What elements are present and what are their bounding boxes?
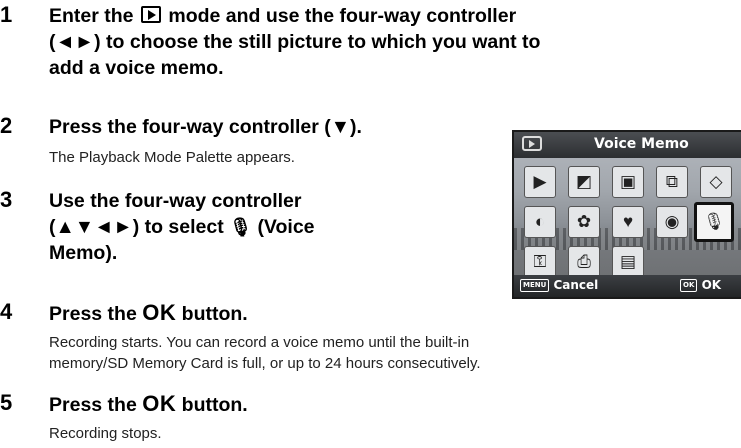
step-heading: Press the OK button. (49, 391, 248, 416)
dpof-icon[interactable]: ⎙ (568, 246, 600, 278)
step-number: 5 (0, 390, 13, 415)
step-heading: Enter the mode and use the four-way cont… (49, 5, 541, 79)
step-heading: Press the four-way controller (▼). (49, 116, 362, 138)
step-description: Recording starts. You can record a voice… (49, 334, 481, 372)
rotate-icon[interactable]: ◇ (700, 166, 732, 198)
ok-button-label: OK (142, 300, 177, 325)
step-heading: Use the four-way controller (▲▼◄►) to se… (49, 190, 315, 264)
step-number: 3 (0, 187, 13, 212)
voice-memo-icon[interactable]: 🎙 (694, 202, 734, 242)
step-3: 3 Use the four-way controller (▲▼◄►) to … (0, 187, 500, 271)
step-description: Recording stops. (49, 425, 162, 442)
step-number: 2 (0, 113, 13, 138)
playback-mode-icon (140, 6, 161, 23)
screen-title-bar: Voice Memo (514, 132, 741, 158)
step-number: 1 (0, 2, 13, 27)
frame-icon[interactable]: ♥ (612, 206, 644, 238)
playback-icon (522, 136, 542, 151)
step-description: The Playback Mode Palette appears. (49, 149, 295, 166)
protect-icon[interactable]: ⚿ (524, 246, 556, 278)
screen-title: Voice Memo (594, 136, 689, 152)
copy-image-icon[interactable]: ⧉ (656, 166, 688, 198)
start-screen-icon[interactable]: ▤ (612, 246, 644, 278)
voice-memo-icon: 🎙 (229, 217, 253, 237)
step-2: 2 Press the four-way controller (▼). The… (0, 113, 500, 166)
ok-button-label: OK (142, 391, 177, 416)
crop-icon[interactable]: ▣ (612, 166, 644, 198)
resize-icon[interactable]: ◩ (568, 166, 600, 198)
red-eye-icon[interactable]: ◉ (656, 206, 688, 238)
step-4: 4 Press the OK button. Recording starts.… (0, 299, 741, 372)
playback-icon[interactable]: ▶ (524, 166, 556, 198)
ok-button[interactable]: OK OK (680, 278, 721, 292)
screen-footer: MENU Cancel OK OK (514, 275, 741, 297)
step-heading: Press the OK button. (49, 300, 248, 325)
digital-filter-icon[interactable]: ✿ (568, 206, 600, 238)
filter-icon[interactable]: ◐ (524, 206, 556, 238)
camera-screen: Voice Memo ▶ ◩ ▣ ⧉ ◇ ◐ ✿ ♥ ◉ 🎙 ⚿ ⎙ ▤ MEN… (512, 130, 741, 299)
step-number: 4 (0, 299, 13, 324)
step-5: 5 Press the OK button. Recording stops. (0, 390, 741, 446)
ok-key-icon: OK (680, 279, 698, 292)
step-1: 1 Enter the mode and use the four-way co… (0, 2, 741, 86)
cancel-button[interactable]: MENU Cancel (520, 278, 598, 292)
menu-key-icon: MENU (520, 279, 550, 292)
